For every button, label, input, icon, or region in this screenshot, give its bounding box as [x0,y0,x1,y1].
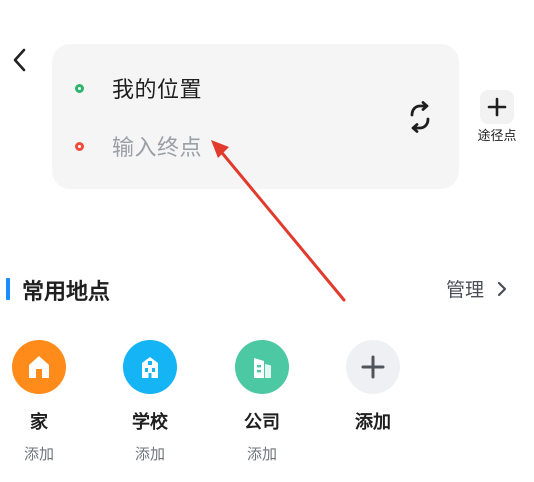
origin-input[interactable]: 我的位置 [112,72,202,104]
place-add-label: 添加 [134,445,165,463]
add-waypoint-button[interactable]: 途径点 [470,90,524,144]
origin-dot [75,83,84,93]
place-add[interactable]: 添加 [333,340,413,434]
frequent-places-header: 常用地点 管理 [0,270,534,310]
waypoint-label: 途径点 [477,129,517,144]
place-name: 公司 [244,412,280,433]
route-input-card: 我的位置 输入终点 [52,44,459,189]
place-home[interactable]: 家 添加 [0,340,79,464]
destination-row[interactable]: 输入终点 [52,126,372,166]
house-icon [12,340,66,394]
place-school[interactable]: 学校 添加 [110,340,190,464]
school-building-icon [123,340,177,394]
plus-icon [346,340,400,394]
manage-label: 管理 [446,279,485,301]
waypoint-plus-icon-box [480,90,514,124]
destination-dot [75,141,84,151]
frequent-places-list: 家 添加 学校 添加 公司 添加 添加 [0,340,534,470]
plus-icon [487,97,507,117]
place-name: 学校 [132,412,168,433]
origin-row[interactable]: 我的位置 [52,68,372,108]
chevron-left-icon [13,48,26,72]
place-name: 添加 [355,412,391,433]
swap-button[interactable] [405,100,435,134]
office-building-icon [235,340,289,394]
section-title: 常用地点 [22,280,111,305]
place-add-label: 添加 [246,445,277,463]
swap-icon [410,101,430,133]
place-add-label: 添加 [23,445,54,463]
place-name: 家 [30,412,48,433]
section-accent-bar [6,278,10,300]
manage-button[interactable]: 管理 [446,275,508,302]
destination-input[interactable]: 输入终点 [112,130,202,162]
place-company[interactable]: 公司 添加 [222,340,302,464]
chevron-right-icon [496,280,508,298]
back-button[interactable] [6,44,34,76]
